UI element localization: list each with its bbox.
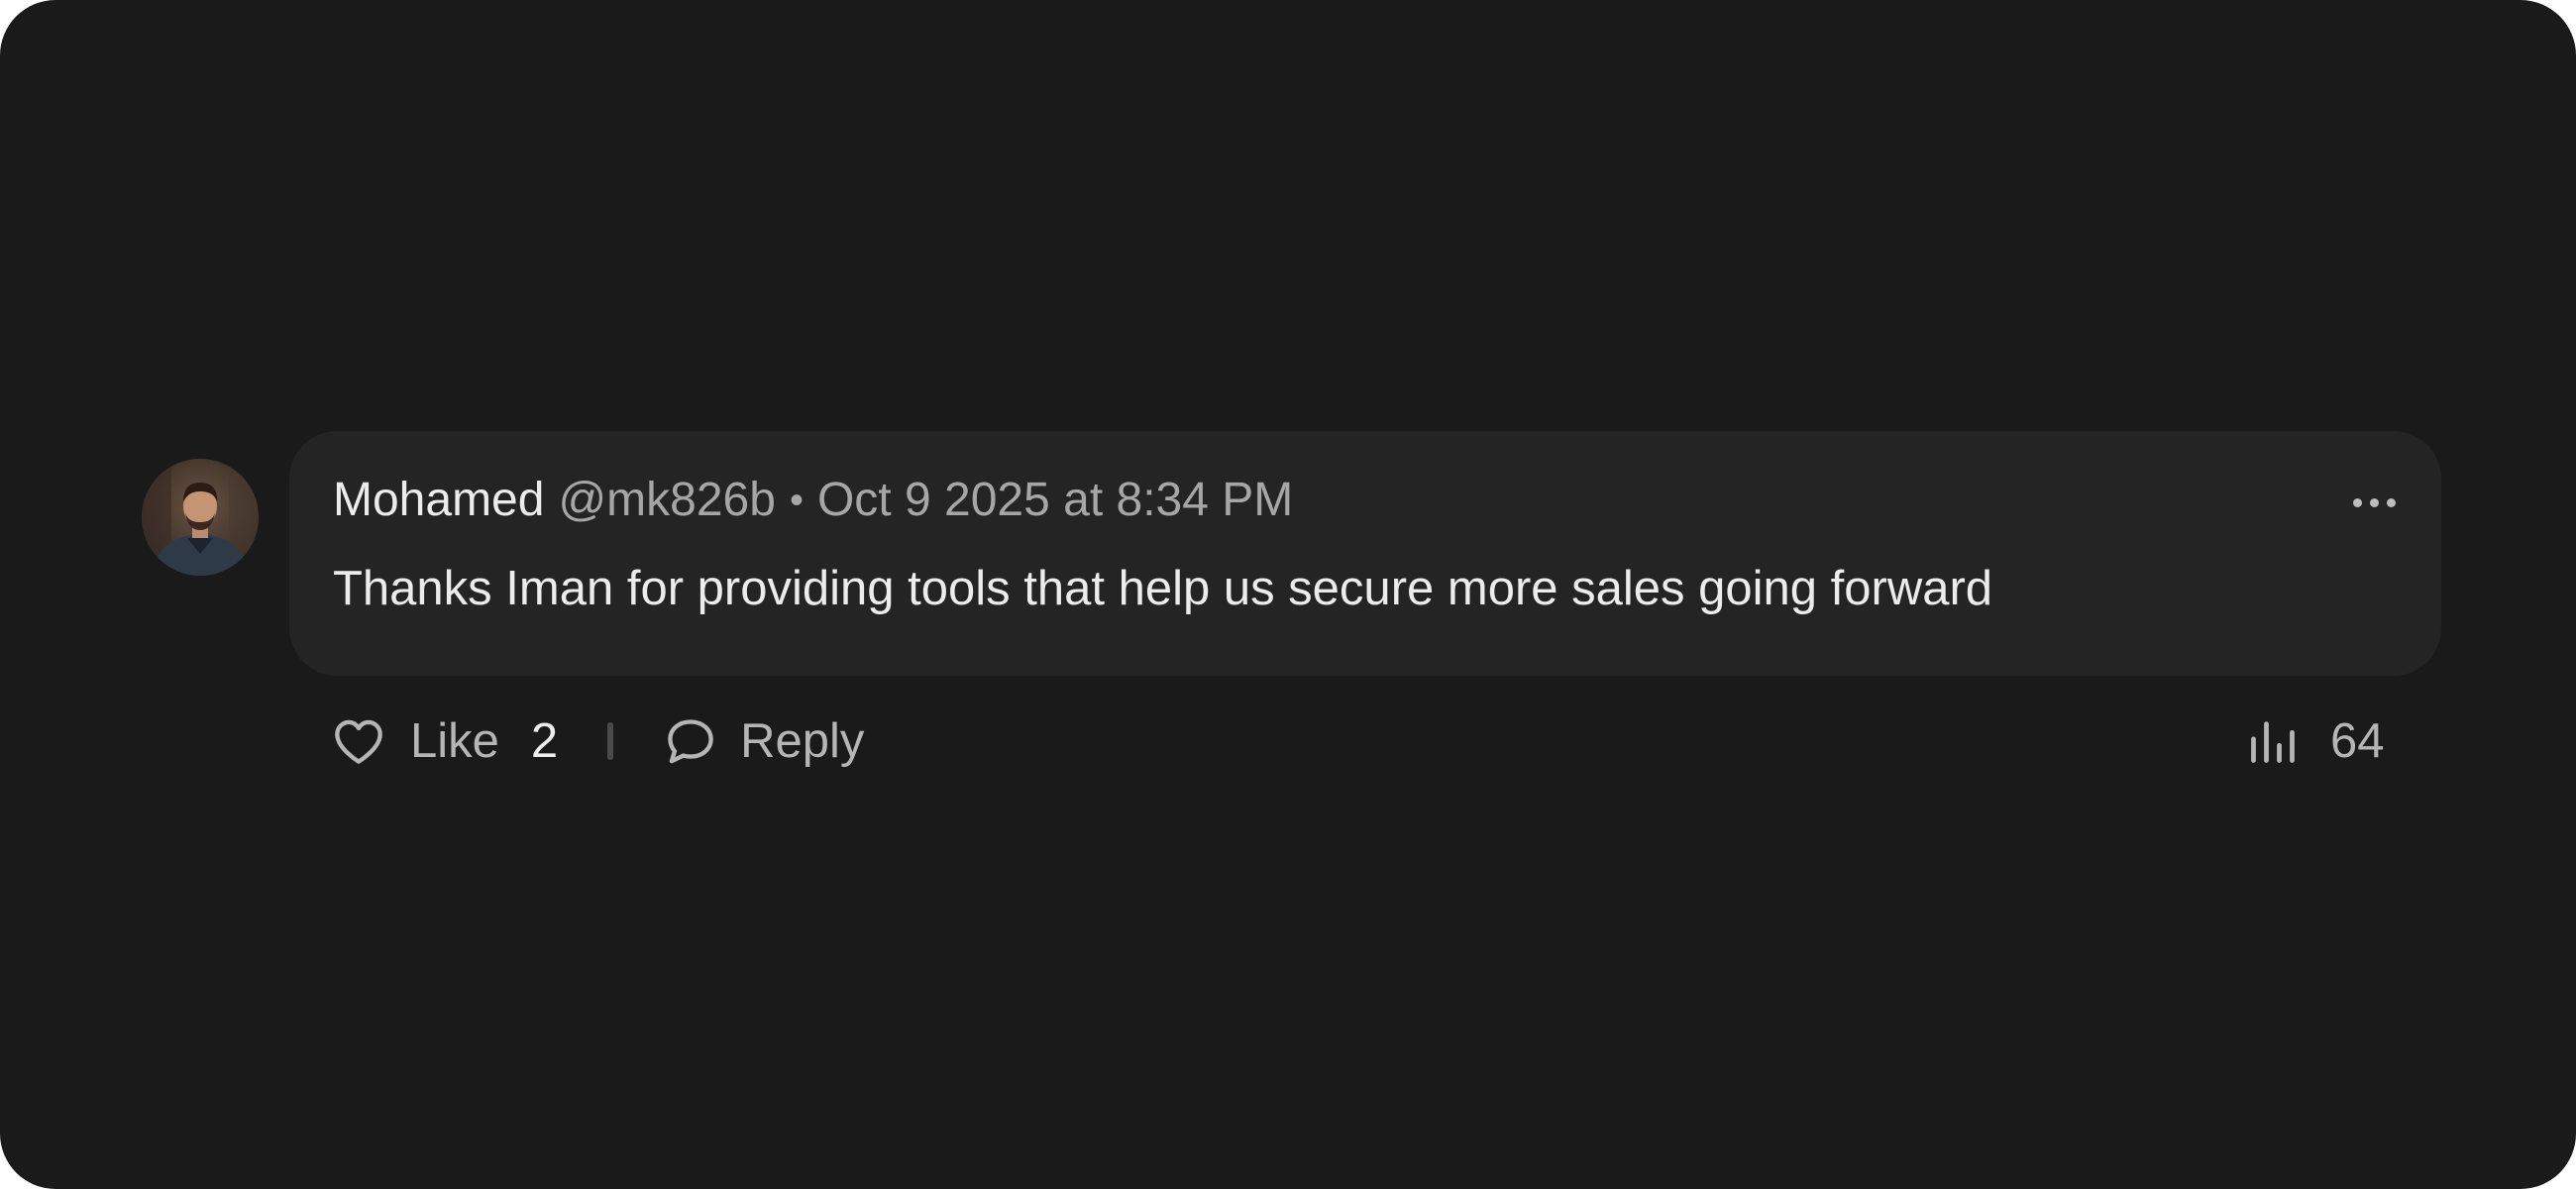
speech-bubble-icon xyxy=(668,719,713,764)
like-label: Like xyxy=(410,714,499,768)
reply-label: Reply xyxy=(740,714,865,768)
more-dot xyxy=(2369,497,2379,507)
heart-icon xyxy=(335,719,382,764)
reply-button[interactable]: Reply xyxy=(665,713,864,769)
meta-separator: • xyxy=(789,479,804,522)
author-name[interactable]: Mohamed xyxy=(333,469,544,532)
more-options-button[interactable] xyxy=(2346,483,2402,522)
bar-chart-icon xyxy=(2251,721,2295,763)
comment-bubble: Mohamed @mk826b • Oct 9 2025 at 8:34 PM … xyxy=(289,431,2441,676)
comment-timestamp: Oct 9 2025 at 8:34 PM xyxy=(816,474,1294,526)
comment-meta: Mohamed @mk826b • Oct 9 2025 at 8:34 PM xyxy=(333,469,1293,532)
like-count: 2 xyxy=(530,714,559,768)
avatar[interactable] xyxy=(142,459,259,576)
more-dot xyxy=(2386,497,2396,507)
views-count: 64 xyxy=(2330,714,2385,768)
comment-text: Thanks Iman for providing tools that hel… xyxy=(333,562,1993,615)
author-handle[interactable]: @mk826b xyxy=(558,469,776,532)
more-horizontal-icon xyxy=(2352,497,2362,507)
views-counter: 64 xyxy=(2247,705,2385,777)
comment-card: Mohamed @mk826b • Oct 9 2025 at 8:34 PM … xyxy=(0,0,2576,1189)
like-button[interactable]: Like 2 xyxy=(333,713,558,769)
action-divider xyxy=(607,722,614,760)
comment-actions: Like 2 Reply xyxy=(333,705,864,777)
avatar-photo xyxy=(142,459,259,576)
